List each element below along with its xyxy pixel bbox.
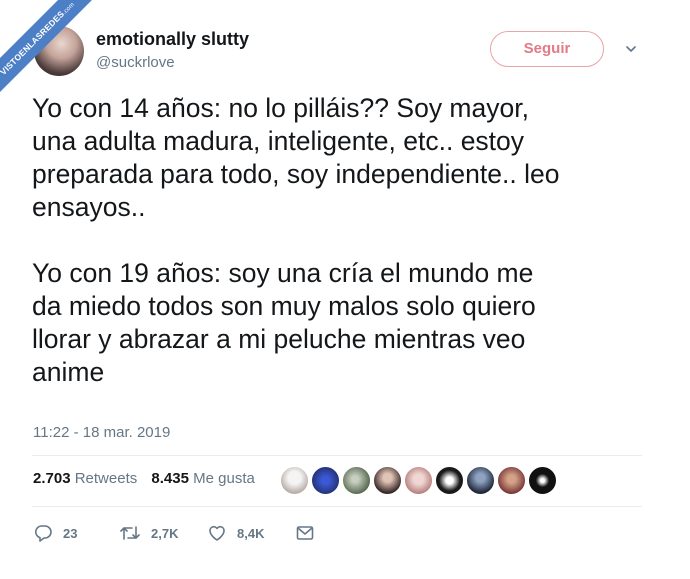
liker-avatar[interactable] [528,466,557,495]
divider [32,506,642,507]
retweets-count: 2.703 [33,470,71,487]
watermark-domain: .com [61,1,76,16]
action-bar: 23 2,7K 8,4K [33,522,333,544]
text-line: da miedo todos son muy malos solo quiero [32,291,536,321]
text-line: Yo con 19 años: soy una cría el mundo me [32,258,534,288]
text-line: anime [32,357,105,387]
likes-stat[interactable]: 8.435 Me gusta [151,470,254,487]
retweet-action[interactable]: 2,7K [119,522,178,544]
divider [32,455,642,456]
heart-icon [209,525,225,541]
like-count: 8,4K [237,525,265,541]
liker-avatar[interactable] [342,466,371,495]
retweet-icon [120,526,140,540]
likes-count: 8.435 [151,470,189,487]
follow-button[interactable]: Seguir [490,31,604,67]
liker-avatar[interactable] [404,466,433,495]
liker-avatar[interactable] [280,466,309,495]
engagement-stats: 2.703 Retweets 8.435 Me gusta [33,470,265,487]
liker-avatar[interactable] [466,466,495,495]
retweets-stat[interactable]: 2.703 Retweets [33,470,137,487]
liker-avatar[interactable] [435,466,464,495]
tweet-timestamp[interactable]: 11:22 - 18 mar. 2019 [33,424,170,441]
message-icon [296,526,314,540]
retweets-label: Retweets [74,470,138,487]
text-line: preparada para todo, soy independiente..… [32,159,560,189]
message-action[interactable] [296,522,324,544]
liker-avatar[interactable] [373,466,402,495]
chevron-down-icon[interactable] [626,44,636,54]
retweet-count: 2,7K [151,525,179,541]
text-line: llorar y abrazar a mi peluche mientras v… [32,324,526,354]
text-line: una adulta madura, inteligente, etc.. es… [32,126,525,156]
text-line: Yo con 14 años: no lo pilláis?? Soy mayo… [32,93,529,123]
liker-avatar[interactable] [497,466,526,495]
like-action[interactable]: 8,4K [207,522,264,544]
text-line: ensayos.. [32,192,146,222]
watermark-label: VISTOENLASREDES [0,8,67,77]
watermark-ribbon: VISTOENLASREDES.com [0,0,120,120]
reply-icon [34,525,52,542]
reply-count: 23 [63,525,78,541]
reply-action[interactable]: 23 [33,522,77,544]
likes-label: Me gusta [193,470,255,487]
liker-avatar[interactable] [311,466,340,495]
watermark-text: VISTOENLASREDES.com [0,0,99,100]
tweet-text: Yo con 14 años: no lo pilláis?? Soy mayo… [32,92,672,389]
